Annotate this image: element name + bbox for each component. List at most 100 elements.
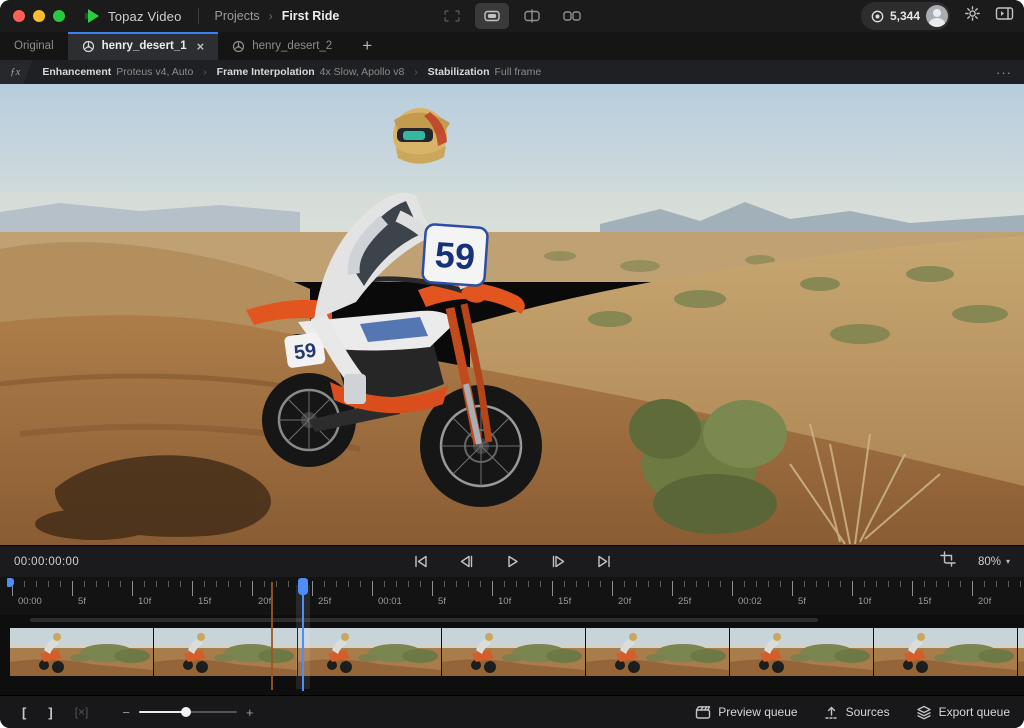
tab-henry-desert-2[interactable]: henry_desert_2 [218, 32, 346, 60]
ruler-tick [744, 581, 745, 587]
export-queue-label: Export queue [939, 705, 1010, 719]
timeline-zoom-in-button[interactable]: + [246, 705, 254, 720]
ruler-label: 5f [798, 596, 806, 607]
pipeline-separator: › [203, 67, 206, 78]
video-preview[interactable]: 59 [0, 84, 1024, 545]
ruler-tick [252, 581, 253, 596]
ruler-label: 20f [258, 596, 271, 607]
previous-frame-icon [458, 553, 475, 570]
view-single-button[interactable] [475, 3, 509, 29]
ruler-tick [528, 581, 529, 587]
view-corners-button[interactable] [435, 3, 469, 29]
maximize-window-button[interactable] [53, 10, 65, 22]
slider-handle[interactable] [181, 707, 191, 717]
toggle-right-panel-button[interactable] [995, 6, 1014, 26]
ruler-tick [384, 581, 385, 587]
pipeline-step-enhancement[interactable]: Enhancement Proteus v4, Auto [42, 66, 193, 78]
breadcrumb-current: First Ride [282, 9, 340, 23]
play-icon [504, 553, 521, 570]
ruler-tick [684, 581, 685, 587]
ruler-tick [84, 581, 85, 587]
play-button[interactable] [499, 550, 525, 574]
ruler-tick [408, 581, 409, 587]
preview-queue-label: Preview queue [718, 705, 797, 719]
fx-icon: ƒx [0, 60, 32, 84]
tab-label: henry_desert_2 [252, 40, 332, 52]
ruler-tick [120, 581, 121, 587]
ruler-tick [144, 581, 145, 587]
ruler-tick [696, 581, 697, 587]
single-view-icon [483, 9, 501, 23]
ruler-tick [444, 581, 445, 587]
breadcrumb-projects[interactable]: Projects [215, 9, 260, 23]
pipeline-step-stabilization[interactable]: Stabilization Full frame [428, 66, 542, 78]
playhead-line[interactable] [302, 579, 304, 691]
preview-zoom-dropdown[interactable]: 80% ▾ [978, 556, 1010, 568]
side-by-side-icon [562, 9, 582, 23]
transport-bar: 00:00:00:00 [0, 545, 1024, 577]
next-frame-button[interactable] [545, 550, 571, 574]
filmstrip-thumbnail[interactable] [586, 628, 730, 676]
window-controls [13, 10, 65, 22]
filmstrip-thumbnail[interactable] [1018, 628, 1024, 676]
panel-right-icon [995, 6, 1014, 21]
ruler-tick [480, 581, 481, 587]
timeline-zoom-out-button[interactable]: − [122, 705, 130, 720]
ruler-tick [840, 581, 841, 587]
tab-close-button[interactable]: × [197, 39, 205, 54]
playhead-handle[interactable] [298, 578, 308, 595]
ruler-label: 10f [858, 596, 871, 607]
ruler-tick [372, 581, 373, 596]
filmstrip-thumbnail[interactable] [874, 628, 1018, 676]
filmstrip-thumbnail[interactable] [730, 628, 874, 676]
pipeline-steps: Enhancement Proteus v4, Auto › Frame Int… [42, 66, 541, 78]
filmstrip-thumbnail[interactable] [10, 628, 154, 676]
filmstrip-scrollbar[interactable] [30, 618, 818, 622]
pipeline-more-button[interactable]: ··· [996, 65, 1012, 80]
crop-button[interactable] [940, 551, 956, 572]
ruler-tick [864, 581, 865, 587]
settings-button[interactable] [964, 5, 981, 27]
export-queue-button[interactable]: Export queue [916, 705, 1010, 720]
ruler-tick [564, 581, 565, 587]
ruler-tick [420, 581, 421, 587]
ruler-tick [204, 581, 205, 587]
ruler-tick [432, 581, 433, 596]
ruler-tick [312, 581, 313, 596]
go-to-end-button[interactable] [591, 550, 617, 574]
credits-badge[interactable]: 5,344 [861, 2, 950, 30]
avatar[interactable] [926, 5, 948, 27]
corners-icon [443, 9, 461, 23]
ruler-tick [804, 581, 805, 587]
view-split-button[interactable] [515, 3, 549, 29]
filmstrip-thumbnail[interactable] [154, 628, 298, 676]
set-in-point-button[interactable]: [ [22, 705, 26, 720]
set-out-point-button[interactable]: ] [48, 705, 52, 720]
tab-henry-desert-1[interactable]: henry_desert_1 × [68, 32, 219, 60]
filmstrip-thumbnail[interactable] [442, 628, 586, 676]
filmstrip-thumbnail[interactable] [298, 628, 442, 676]
ruler-tick [264, 581, 265, 587]
previous-frame-button[interactable] [453, 550, 479, 574]
filmstrip[interactable] [10, 628, 1024, 676]
clip-wheel-icon [82, 40, 95, 53]
ruler-label: 10f [498, 596, 511, 607]
ruler-tick [192, 581, 193, 596]
minimize-window-button[interactable] [33, 10, 45, 22]
view-side-by-side-button[interactable] [555, 3, 589, 29]
clear-in-out-button[interactable]: [×] [75, 705, 89, 719]
sources-button[interactable]: Sources [824, 705, 890, 720]
preview-queue-button[interactable]: Preview queue [695, 705, 797, 720]
tab-original[interactable]: Original [0, 32, 68, 60]
add-tab-button[interactable]: + [346, 32, 388, 60]
close-window-button[interactable] [13, 10, 25, 22]
ruler-tick [816, 581, 817, 587]
ruler-label: 15f [918, 596, 931, 607]
slider-track[interactable] [139, 711, 237, 713]
ruler-tick [516, 581, 517, 587]
timeline-ruler[interactable]: 00:005f10f15f20f25f00:015f10f15f20f25f00… [0, 577, 1024, 615]
go-to-start-button[interactable] [407, 550, 433, 574]
ruler-tick [732, 581, 733, 596]
pipeline-step-frame-interpolation[interactable]: Frame Interpolation 4x Slow, Apollo v8 [217, 66, 405, 78]
ruler-tick [600, 581, 601, 587]
